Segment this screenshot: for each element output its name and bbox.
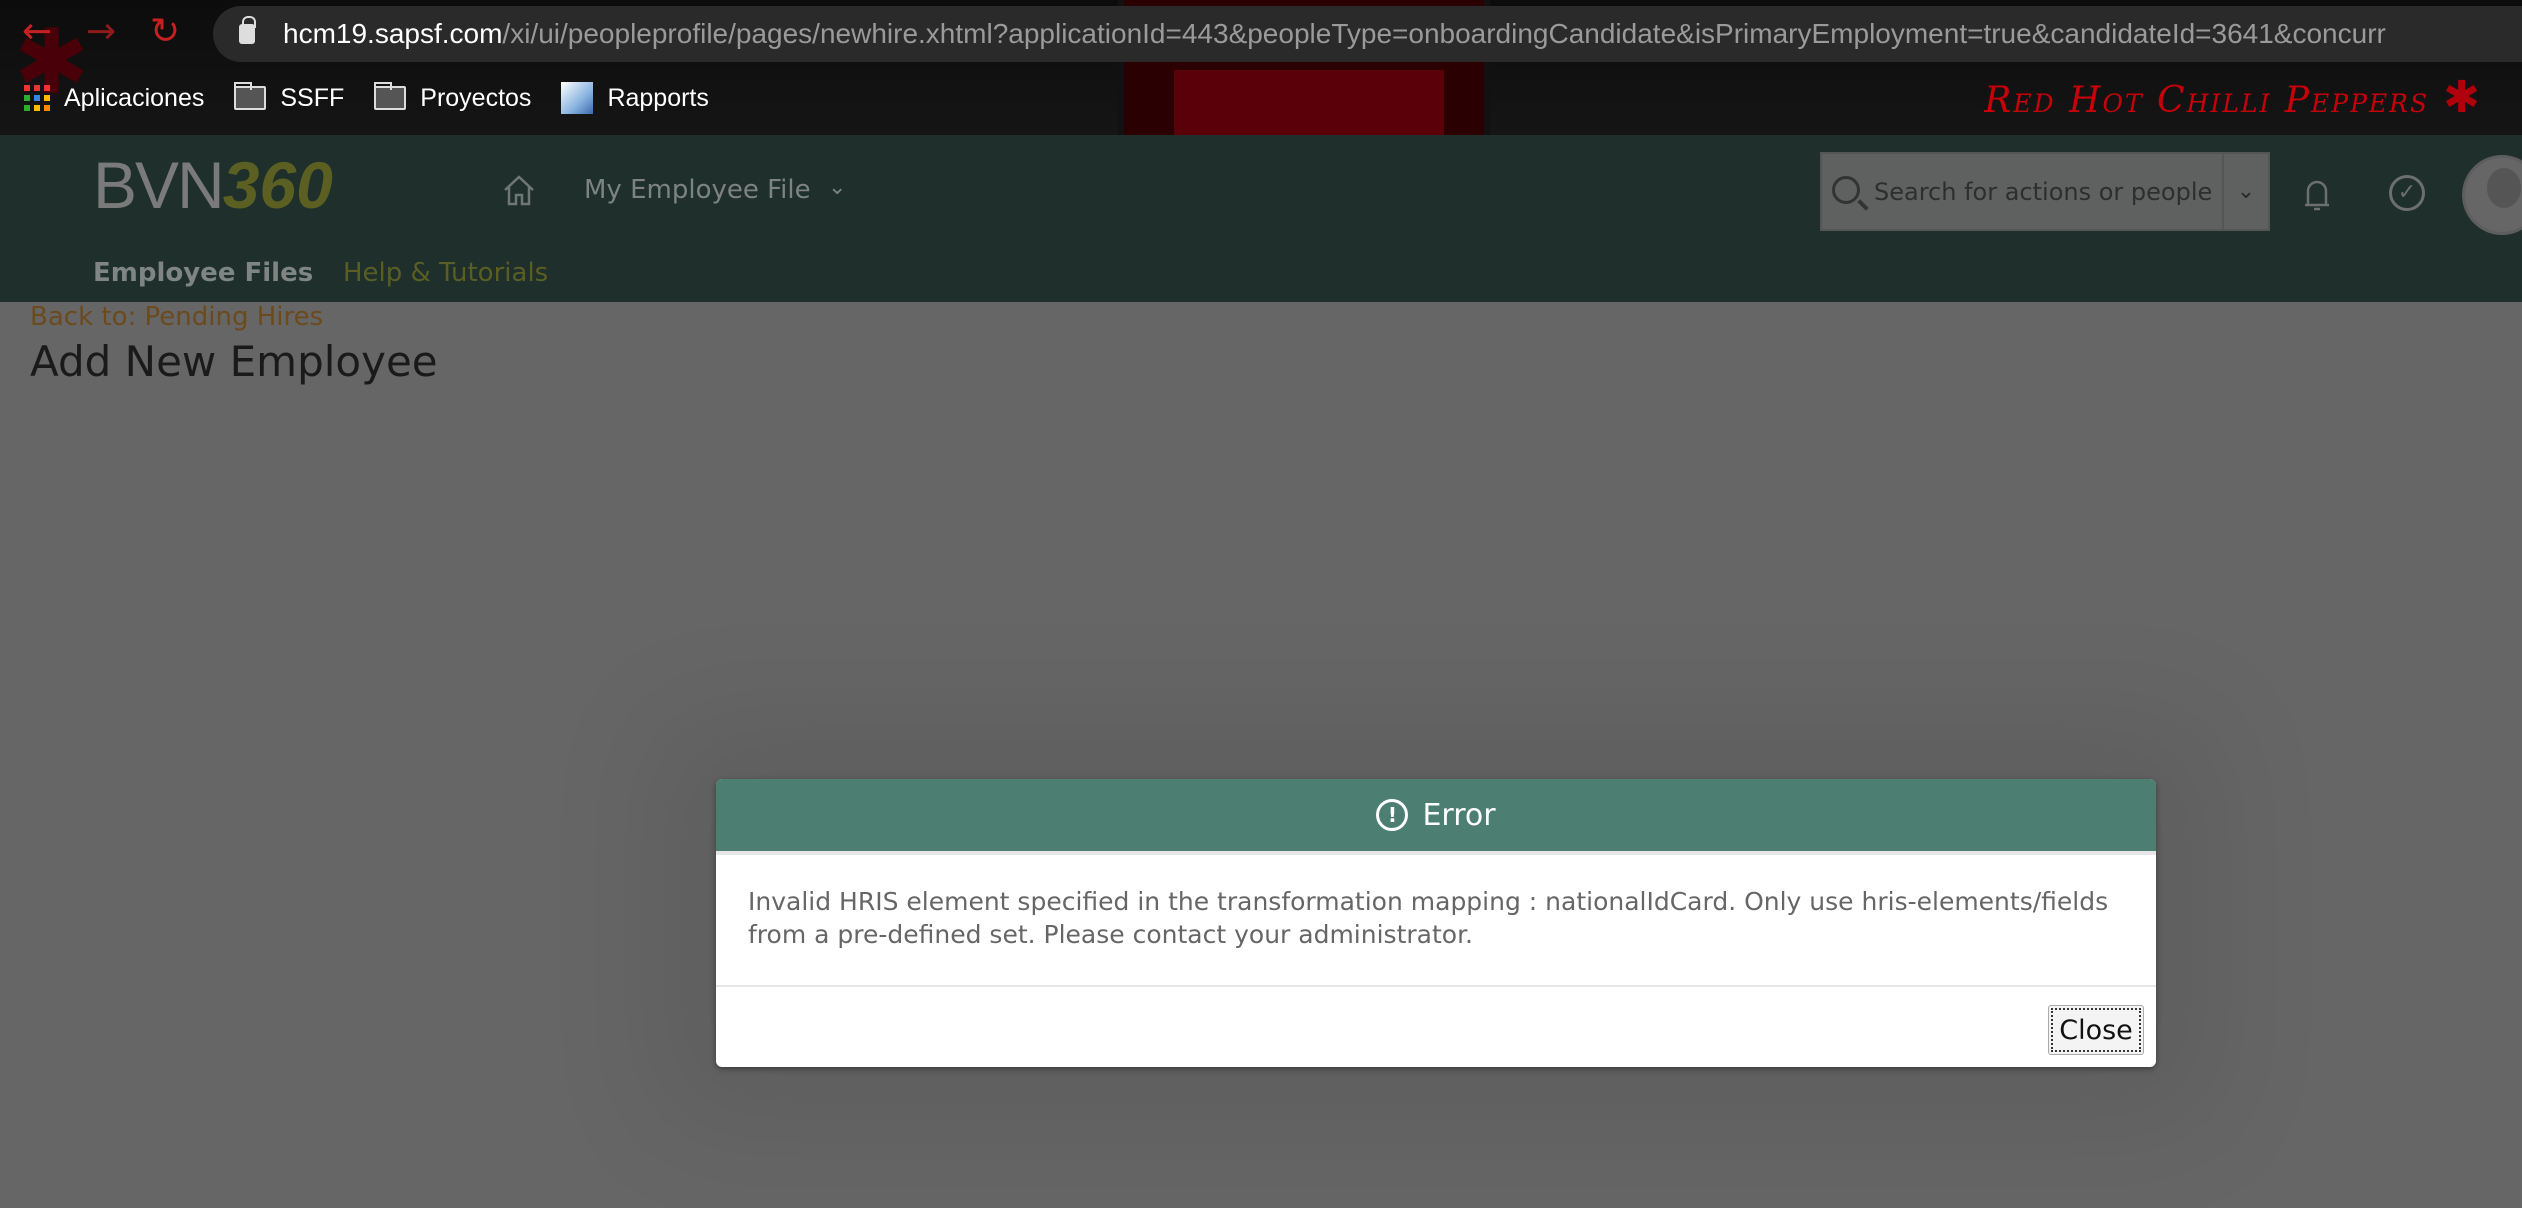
forward-arrow-icon[interactable]: → [86, 14, 116, 50]
bookmarks-bar: Aplicaciones SSFF Proyectos Rapports [24, 82, 709, 114]
apps-grid-icon [24, 85, 50, 111]
app-header: BVN360 My Employee File ⌄ Search for act… [0, 135, 2522, 302]
chevron-down-icon[interactable]: ⌄ [828, 175, 846, 200]
logo-number: 360 [222, 148, 333, 222]
module-menu[interactable]: My Employee File [584, 175, 811, 205]
back-arrow-icon[interactable]: ← [22, 14, 52, 50]
folder-icon [234, 82, 267, 110]
search-placeholder: Search for actions or people [1874, 178, 2213, 206]
logo-text: BVN [93, 148, 225, 222]
bookmark-label: Rapports [607, 83, 709, 112]
theme-text: Red Hot Chilli Peppers [1984, 80, 2430, 121]
url-path: /xi/ui/peopleprofile/pages/newhire.xhtml… [502, 18, 2386, 49]
browser-chrome: ✱ ← → ↻ hcm19.sapsf.com/xi/ui/peopleprof… [0, 0, 2522, 135]
bookmark-rapports[interactable]: Rapports [561, 82, 709, 114]
bookmark-label: Proyectos [420, 83, 532, 112]
bookmark-label: Aplicaciones [64, 83, 205, 112]
dialog-header: ! Error [716, 779, 2156, 855]
search-icon [1832, 176, 1860, 204]
home-icon[interactable] [502, 173, 536, 207]
dialog-title: Error [1422, 797, 1496, 833]
search-input[interactable]: Search for actions or people ⌄ [1820, 152, 2270, 231]
bookmark-aplicaciones[interactable]: Aplicaciones [24, 84, 204, 113]
address-bar[interactable]: hcm19.sapsf.com/xi/ui/peopleprofile/page… [213, 6, 2522, 62]
bookmark-label: SSFF [280, 83, 345, 112]
search-dropdown-chevron-icon[interactable]: ⌄ [2222, 154, 2268, 229]
asterisk-icon: ✱ [2443, 72, 2482, 123]
theme-band-name: Red Hot Chilli Peppers ✱ [1984, 72, 2482, 123]
folder-icon [374, 82, 407, 110]
back-link[interactable]: Back to: Pending Hires [30, 302, 323, 332]
bell-icon[interactable] [2302, 175, 2332, 215]
page-title: Add New Employee [30, 337, 438, 386]
avatar[interactable] [2462, 155, 2522, 235]
tab-help-tutorials[interactable]: Help & Tutorials [343, 258, 548, 288]
tab-employee-files[interactable]: Employee Files [93, 258, 313, 288]
todo-check-icon[interactable]: ✓ [2389, 175, 2425, 211]
error-dialog: ! Error Invalid HRIS element specified i… [716, 779, 2156, 1067]
dialog-message: Invalid HRIS element specified in the tr… [716, 855, 2156, 987]
reload-icon[interactable]: ↻ [150, 14, 180, 50]
close-button[interactable]: Close [2048, 1005, 2144, 1055]
rapports-icon [561, 82, 594, 114]
bookmark-ssff[interactable]: SSFF [234, 82, 345, 113]
company-logo[interactable]: BVN360 [93, 145, 333, 225]
lock-icon [239, 16, 256, 44]
exclamation-circle-icon: ! [1376, 799, 1409, 831]
bookmark-proyectos[interactable]: Proyectos [374, 82, 532, 113]
url-host: hcm19.sapsf.com [283, 18, 503, 49]
